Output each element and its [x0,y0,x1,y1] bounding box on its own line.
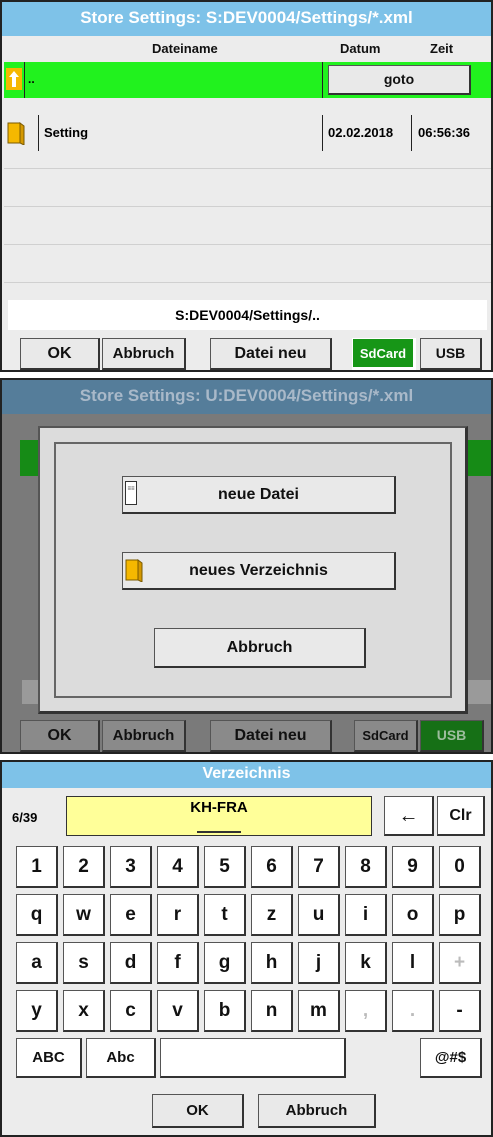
ok-button[interactable]: OK [20,338,100,370]
text-input-value: KH-FRA [190,799,248,816]
new-item-dialog: ≡≡ neue Datei neues Verzeichnis Abbruch [38,426,468,714]
key-m[interactable]: m [298,990,340,1032]
key-s[interactable]: s [63,942,105,984]
file-time: 06:56:36 [418,125,471,140]
space-key[interactable] [160,1038,346,1078]
key-n[interactable]: n [251,990,293,1032]
key-period[interactable]: . [392,990,434,1032]
folder-icon [7,121,25,145]
file-browser-dimmed-panel: Store Settings: U:DEV0004/Settings/*.xml… [0,378,493,754]
column-header-date: Datum [340,41,381,56]
key-x[interactable]: x [63,990,105,1032]
key-k[interactable]: k [345,942,387,984]
key-z[interactable]: z [251,894,293,936]
sdcard-button[interactable]: SdCard [352,338,416,370]
path-display: S:DEV0004/Settings/.. [8,300,487,330]
key-t[interactable]: t [204,894,246,936]
mode-upper-button[interactable]: ABC [16,1038,82,1078]
file-row-setting[interactable]: Setting 02.02.2018 06:56:36 [4,115,491,151]
file-name: Setting [44,125,89,140]
column-header-filename: Dateiname [152,41,218,56]
key-0[interactable]: 0 [439,846,481,888]
key-p[interactable]: p [439,894,481,936]
key-h[interactable]: h [251,942,293,984]
char-counter: 6/39 [12,810,38,825]
ok-button[interactable]: OK [20,720,100,752]
key-plus[interactable]: + [439,942,481,984]
key-d[interactable]: d [110,942,152,984]
key-g[interactable]: g [204,942,246,984]
key-w[interactable]: w [63,894,105,936]
page-title: Verzeichnis [2,762,491,788]
up-folder-icon [6,68,22,90]
key-c[interactable]: c [110,990,152,1032]
key-l[interactable]: l [392,942,434,984]
file-browser-panel: Store Settings: S:DEV0004/Settings/*.xml… [0,0,493,372]
text-input[interactable]: KH-FRA [66,796,372,836]
key-v[interactable]: v [157,990,199,1032]
goto-button[interactable]: goto [328,65,471,95]
key-9[interactable]: 9 [392,846,434,888]
new-file-button[interactable]: Datei neu [210,338,332,370]
key-6[interactable]: 6 [251,846,293,888]
page-title: Store Settings: S:DEV0004/Settings/*.xml [2,2,491,36]
selected-row-dimmed [20,440,40,476]
usb-button[interactable]: USB [420,720,484,752]
key-comma[interactable]: , [345,990,387,1032]
keyboard-panel: Verzeichnis 6/39 KH-FRA ← Clr 1 2 3 4 5 … [0,760,493,1137]
key-a[interactable]: a [16,942,58,984]
key-8[interactable]: 8 [345,846,387,888]
key-2[interactable]: 2 [63,846,105,888]
key-o[interactable]: o [392,894,434,936]
page-title: Store Settings: U:DEV0004/Settings/*.xml [2,380,491,414]
cancel-button[interactable]: Abbruch [102,338,186,370]
mode-symbols-button[interactable]: @#$ [420,1038,482,1078]
usb-button[interactable]: USB [420,338,482,370]
key-b[interactable]: b [204,990,246,1032]
key-4[interactable]: 4 [157,846,199,888]
new-file-label: neue Datei [218,486,299,503]
new-file-button[interactable]: Datei neu [210,720,332,752]
cancel-button[interactable]: Abbruch [102,720,186,752]
new-folder-option[interactable]: neues Verzeichnis [122,552,396,590]
column-header-time: Zeit [430,41,454,56]
file-name: .. [28,72,35,86]
key-minus[interactable]: - [439,990,481,1032]
new-folder-label: neues Verzeichnis [189,562,328,579]
key-u[interactable]: u [298,894,340,936]
file-date: 02.02.2018 [328,125,394,140]
key-i[interactable]: i [345,894,387,936]
clear-button[interactable]: Clr [437,796,485,836]
key-y[interactable]: y [16,990,58,1032]
key-e[interactable]: e [110,894,152,936]
key-7[interactable]: 7 [298,846,340,888]
sdcard-button[interactable]: SdCard [354,720,418,752]
dialog-cancel-button[interactable]: Abbruch [154,628,366,668]
key-j[interactable]: j [298,942,340,984]
mode-capitalize-button[interactable]: Abc [86,1038,156,1078]
text-cursor [197,831,241,833]
cancel-button[interactable]: Abbruch [258,1094,376,1128]
key-3[interactable]: 3 [110,846,152,888]
file-row-parent[interactable]: .. goto [4,62,491,98]
backspace-button[interactable]: ← [384,796,434,836]
key-q[interactable]: q [16,894,58,936]
new-file-option[interactable]: ≡≡ neue Datei [122,476,396,514]
key-1[interactable]: 1 [16,846,58,888]
key-r[interactable]: r [157,894,199,936]
key-f[interactable]: f [157,942,199,984]
ok-button[interactable]: OK [152,1094,244,1128]
key-5[interactable]: 5 [204,846,246,888]
